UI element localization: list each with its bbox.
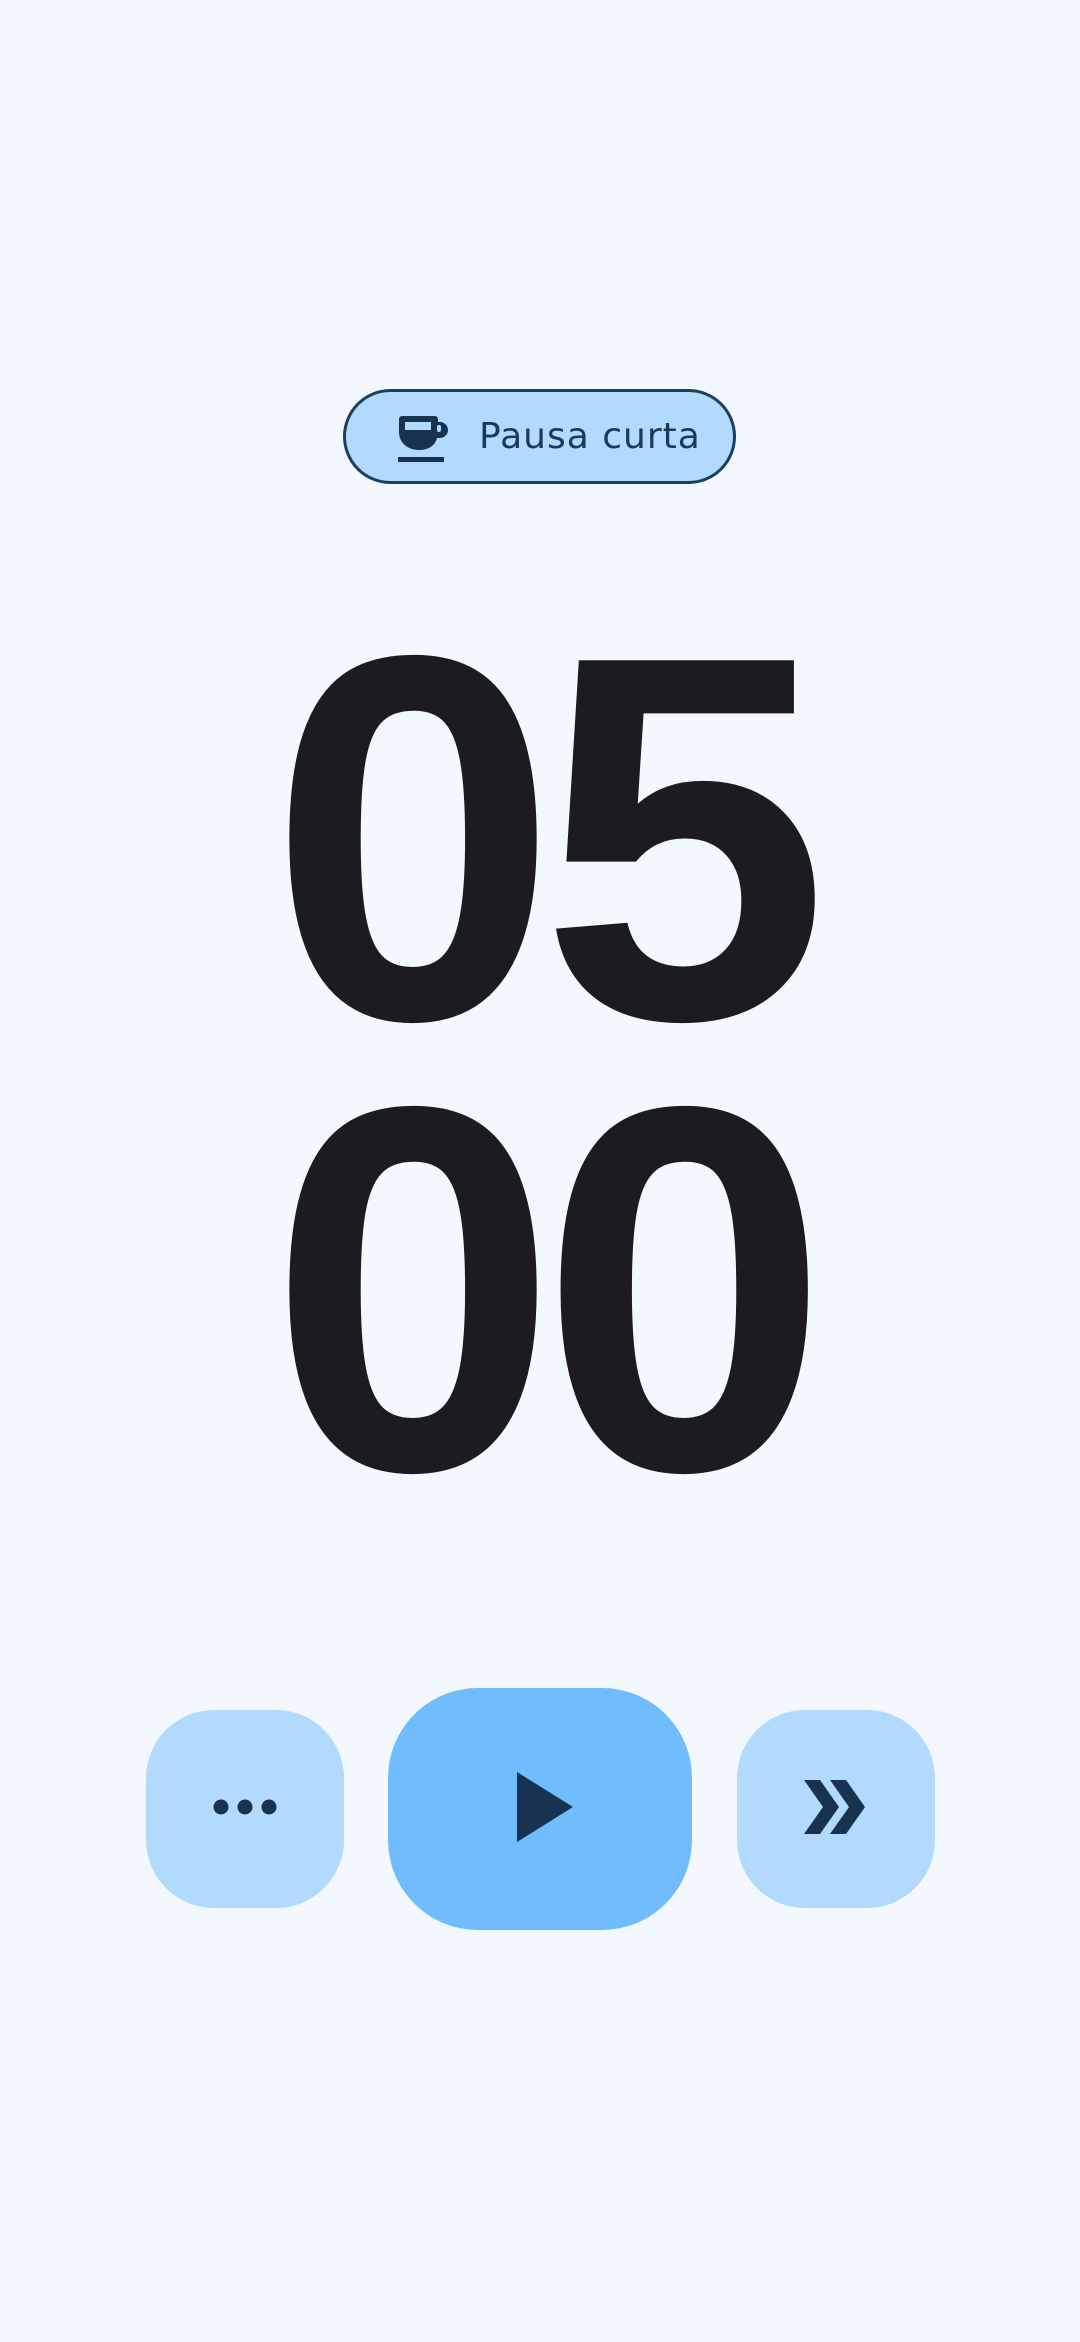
timer-seconds: 00 — [268, 999, 829, 1580]
play-button[interactable] — [388, 1688, 692, 1930]
timer-minutes: 05 — [268, 548, 829, 1129]
timer-mode-label: Pausa curta — [479, 416, 701, 457]
play-icon — [517, 1771, 573, 1847]
coffee-cup-icon — [396, 412, 448, 464]
skip-next-icon — [804, 1779, 868, 1839]
timer-mode-chip[interactable]: Pausa curta — [343, 389, 736, 484]
more-horizontal-icon — [213, 1797, 277, 1822]
skip-button[interactable] — [737, 1710, 935, 1908]
more-options-button[interactable] — [146, 1710, 344, 1908]
